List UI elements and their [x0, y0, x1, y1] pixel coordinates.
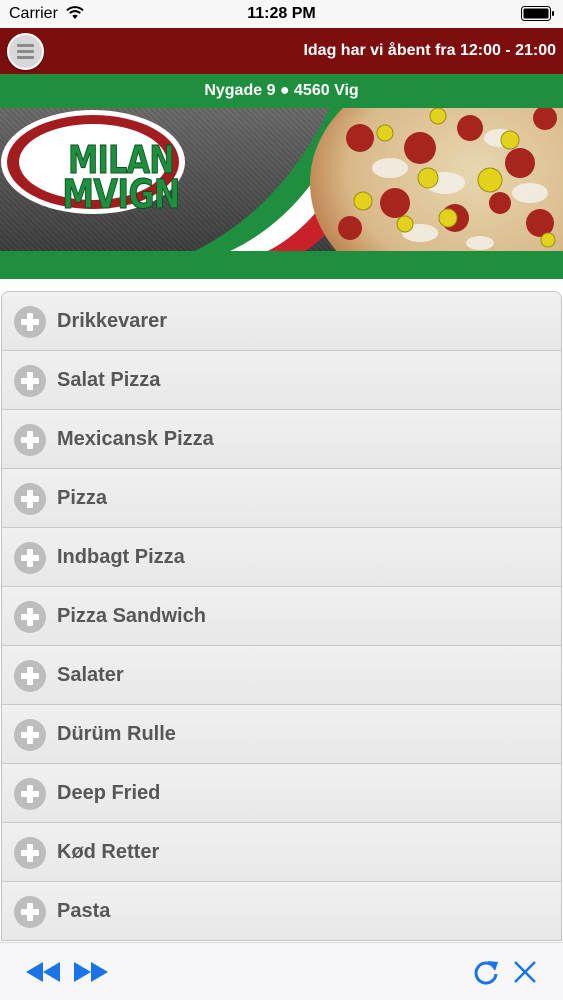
category-label: Kød Retter	[57, 841, 160, 863]
list-item[interactable]: Salater	[2, 646, 561, 705]
category-label: Salat Pizza	[57, 369, 161, 391]
reload-icon[interactable]	[472, 957, 500, 987]
category-label: Drikkevarer	[57, 310, 168, 332]
category-label: Dürüm Rulle	[57, 723, 176, 745]
list-item[interactable]: Pizza Sandwich	[2, 587, 561, 646]
plus-icon	[14, 660, 46, 692]
header-banner: MILAN MVIGN	[0, 108, 563, 251]
plus-icon	[14, 601, 46, 633]
category-label: Deep Fried	[57, 782, 161, 804]
plus-icon	[14, 306, 46, 338]
category-list: Drikkevarer Salat Pizza Mexicansk Pizza …	[1, 291, 562, 941]
plus-icon	[14, 837, 46, 869]
list-item[interactable]: Mexicansk Pizza	[2, 410, 561, 469]
category-label: Indbagt Pizza	[57, 546, 185, 568]
close-icon[interactable]	[512, 957, 538, 987]
plus-icon	[14, 483, 46, 515]
browser-toolbar	[0, 942, 563, 1000]
battery-icon	[521, 6, 554, 21]
status-time: 11:28 PM	[247, 5, 316, 22]
category-label: Pizza	[57, 487, 108, 509]
opening-hours-text: Idag har vi åbent fra 12:00 - 21:00	[303, 42, 556, 59]
logo-text-line2: MVIGN	[62, 172, 181, 219]
plus-icon	[14, 365, 46, 397]
list-item[interactable]: Salat Pizza	[2, 351, 561, 410]
list-item[interactable]: Pasta	[2, 882, 561, 940]
hamburger-menu-button[interactable]	[7, 33, 44, 70]
category-label: Pasta	[57, 900, 111, 922]
green-divider	[0, 251, 563, 279]
plus-icon	[14, 896, 46, 928]
list-item[interactable]: Deep Fried	[2, 764, 561, 823]
category-label: Pizza Sandwich	[57, 605, 206, 627]
address-bar: Nygade 9 ● 4560 Vig	[0, 74, 563, 108]
top-bar: Idag har vi åbent fra 12:00 - 21:00	[0, 28, 563, 74]
category-label: Salater	[57, 664, 124, 686]
status-bar: Carrier 11:28 PM	[0, 0, 563, 28]
plus-icon	[14, 542, 46, 574]
forward-icon[interactable]	[72, 957, 108, 987]
list-item[interactable]: Drikkevarer	[2, 292, 561, 351]
list-item[interactable]: Pizza	[2, 469, 561, 528]
list-item[interactable]: Kød Retter	[2, 823, 561, 882]
plus-icon	[14, 719, 46, 751]
plus-icon	[14, 778, 46, 810]
back-icon[interactable]	[26, 957, 62, 987]
list-item[interactable]: Indbagt Pizza	[2, 528, 561, 587]
list-item[interactable]: Dürüm Rulle	[2, 705, 561, 764]
category-label: Mexicansk Pizza	[57, 428, 214, 450]
plus-icon	[14, 424, 46, 456]
